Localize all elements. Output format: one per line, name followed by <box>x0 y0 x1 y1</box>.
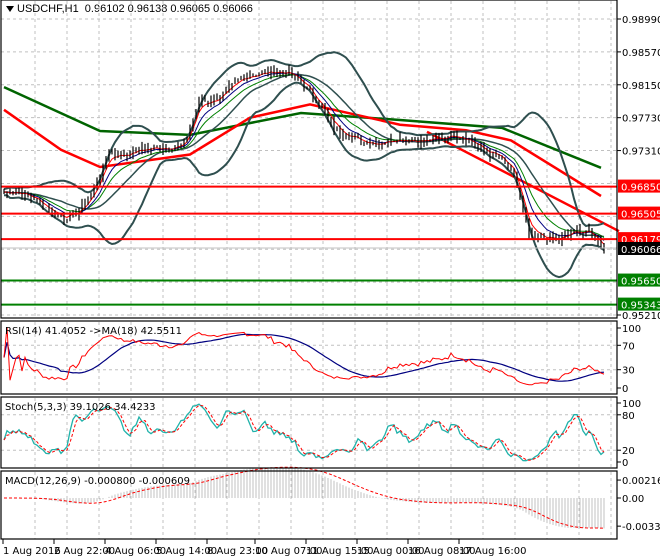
chart-canvas[interactable]: 0.98990 0.98570 0.98150 0.97730 0.97310 0.952… <box>0 0 660 560</box>
current-price-label: 0.96066 <box>621 245 660 256</box>
trading-chart-window[interactable]: USDCHF,H1 0.96102 0.96138 0.96065 0.96066 0… <box>0 0 660 560</box>
stoch-tick-label: 80 <box>622 411 635 422</box>
time-tick-label: 1 Aug 2016 <box>3 546 61 557</box>
price-tick-label: 0.95210 <box>622 311 660 322</box>
panel-border-main <box>0 0 618 319</box>
ema-fast-line <box>3 71 605 245</box>
macd-tick-label: 0.002161 <box>622 476 660 487</box>
ema-mid-line <box>3 72 605 241</box>
stoch-tick-label: 0 <box>622 458 628 469</box>
macd-tick-label: -0.003391 <box>622 522 660 533</box>
macd-header: MACD(12,26,9) -0.000800 -0.000609 <box>5 476 190 487</box>
price-tick-label: 0.97310 <box>622 147 660 158</box>
stoch-tick-label: 20 <box>622 446 635 457</box>
rsi-ma-line <box>3 333 605 382</box>
stoch-tick-label: 100 <box>622 399 641 410</box>
price-tick-label: 0.98150 <box>622 81 660 92</box>
macd-tick-label: 0.00 <box>622 494 644 505</box>
level-price-label: 0.95650 <box>621 277 660 288</box>
stoch-header: Stoch(5,3,3) 39.1026 34.4233 <box>5 402 156 413</box>
rsi-header: RSI(14) 41.4052 ->MA(18) 42.5511 <box>5 326 182 337</box>
level-price-label: 0.96850 <box>621 183 660 194</box>
price-tick-label: 0.97730 <box>622 114 660 125</box>
rsi-tick-label: 30 <box>622 366 635 377</box>
stoch-signal-line <box>3 404 605 461</box>
bollinger-middle-band <box>3 73 605 238</box>
time-tick-label: 17 Aug 16:00 <box>459 546 526 557</box>
rsi-tick-label: 100 <box>622 324 641 335</box>
price-tick-label: 0.98990 <box>622 15 660 26</box>
level-price-label: 0.96505 <box>621 210 660 221</box>
level-price-label: 0.95343 <box>621 301 660 312</box>
rsi-tick-label: 70 <box>622 341 635 352</box>
rsi-tick-label: 0 <box>622 384 628 395</box>
price-tick-label: 0.98570 <box>622 48 660 59</box>
